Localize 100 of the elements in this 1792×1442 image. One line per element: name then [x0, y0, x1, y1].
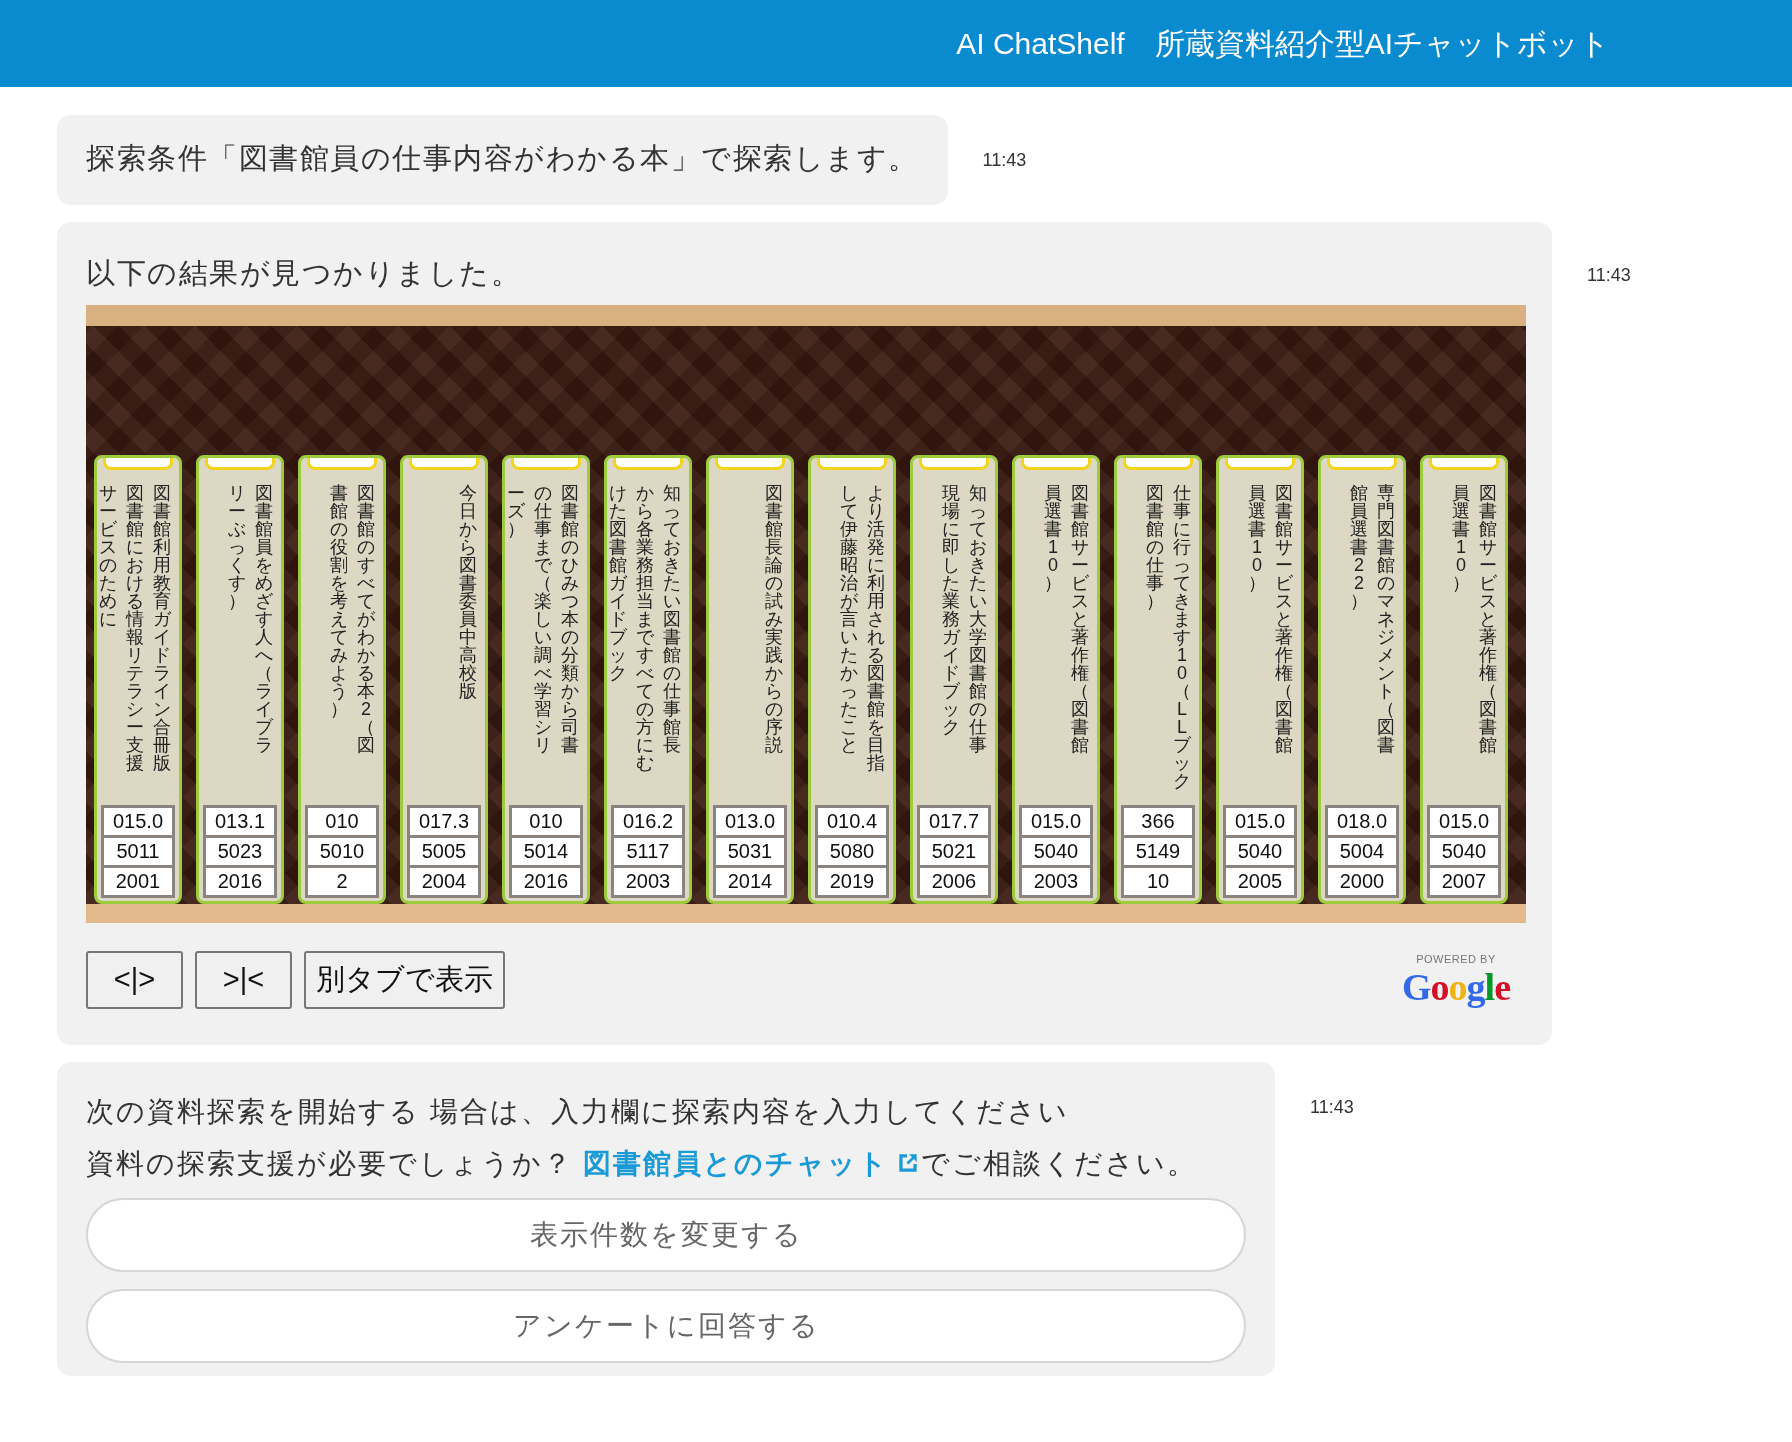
book-title: より活発に利用される図書館を目指 — [867, 484, 885, 775]
call-number: 2016 — [512, 865, 580, 895]
spine-cap — [103, 458, 173, 470]
call-number: 016.2 — [621, 809, 675, 834]
spine-cap — [613, 458, 683, 470]
call-number: 5040 — [1226, 835, 1294, 865]
book-title: 現場に即した業務ガイドブック — [942, 484, 960, 739]
message-time: 11:43 — [1310, 1096, 1354, 1119]
spine-cap — [307, 458, 377, 470]
app-title: AI ChatShelf 所蔵資料紹介型AIチャットボット — [956, 26, 1610, 62]
google-logo: Google — [1402, 967, 1510, 1006]
call-number: 2 — [308, 865, 376, 895]
spine-cap — [1225, 458, 1295, 470]
book-title: ーズ） — [507, 484, 525, 541]
call-number: 015.0 — [1233, 809, 1287, 834]
option-button[interactable]: アンケートに回答する — [86, 1289, 1246, 1363]
book-spine[interactable]: ーズ） の仕事まで（楽しい調べ学習シリ 図書館のひみつ本の分類から司書 010 5014 2016 — [502, 455, 590, 904]
book-spine[interactable]: 員選書10） 図書館サービスと著作権（図書館 015.0 5040 2007 — [1420, 455, 1508, 904]
book-title: 員選書10） — [1248, 484, 1266, 595]
call-number: 017.3 — [417, 809, 471, 834]
book-title: 図書館サービスと著作権（図書館 — [1275, 484, 1293, 757]
call-number: 2003 — [614, 865, 682, 895]
book-title: 図書館長論の試み実践からの序説 — [765, 484, 783, 757]
book-title: 図書館利用教育ガイドライン合冊版 — [153, 484, 171, 775]
book-title: リーぶっくす） — [228, 484, 246, 613]
message-time: 11:43 — [1587, 263, 1631, 287]
call-number: 2005 — [1226, 865, 1294, 895]
book-title: 図書館の仕事） — [1146, 484, 1164, 613]
help-message: 資料の探索支援が必要でしょうか？ 図書館員とのチャット でご相談ください。 — [86, 1147, 1198, 1181]
call-number: 015.0 — [1437, 809, 1491, 834]
book-title: 図書館のひみつ本の分類から司書 — [561, 484, 579, 757]
call-number: 2016 — [206, 865, 274, 895]
book-spine[interactable]: 現場に即した業務ガイドブック 知っておきたい大学図書館の仕事 017.7 5021 2006 — [910, 455, 998, 904]
call-number: 10 — [1124, 865, 1192, 895]
call-number: 2014 — [716, 865, 784, 895]
book-spine[interactable]: 図書館の仕事） 仕事に行ってきます10（LLブック 366 5149 10 — [1114, 455, 1202, 904]
book-spine[interactable]: 員選書10） 図書館サービスと著作権（図書館 015.0 5040 2003 — [1012, 455, 1100, 904]
book-spine[interactable]: 館員選書22） 専門図書館のマネジメント（図書 018.0 5004 2000 — [1318, 455, 1406, 904]
book-spine[interactable]: サービスのために 図書館における情報リテラシー支援 図書館利用教育ガイドライン合冊版 015.0 5011 2001 — [94, 455, 182, 904]
spine-cap — [817, 458, 887, 470]
call-number: 5023 — [206, 835, 274, 865]
call-number: 5080 — [818, 835, 886, 865]
expand-button[interactable]: <|> — [86, 951, 183, 1009]
book-spine[interactable]: して伊藤昭治が言いたかったこと より活発に利用される図書館を目指 010.4 5080 2019 — [808, 455, 896, 904]
call-number: 5021 — [920, 835, 988, 865]
book-title: けた図書館ガイドブック — [609, 484, 627, 685]
call-number: 017.7 — [927, 809, 981, 834]
book-title: 図書館サービスと著作権（図書館 — [1071, 484, 1089, 757]
spine-cap — [715, 458, 785, 470]
book-spine[interactable]: リーぶっくす） 図書館員をめざす人へ（ライブラ 013.1 5023 2016 — [196, 455, 284, 904]
book-spine[interactable]: 今日から図書委員中高校版 017.3 5005 2004 — [400, 455, 488, 904]
book-title: して伊藤昭治が言いたかったこと — [840, 484, 858, 757]
book-title: 専門図書館のマネジメント（図書 — [1377, 484, 1395, 757]
call-number: 5040 — [1022, 835, 1090, 865]
call-number: 2003 — [1022, 865, 1090, 895]
spine-cap — [1021, 458, 1091, 470]
book-title: 館員選書22） — [1350, 484, 1368, 613]
book-title: 書館の役割を考えてみよう） — [330, 484, 348, 721]
call-number: 5031 — [716, 835, 784, 865]
results-message: 以下の結果が見つかりました。 — [86, 255, 522, 291]
spine-cap — [205, 458, 275, 470]
message-time: 11:43 — [982, 149, 1027, 172]
call-number: 015.0 — [111, 809, 165, 834]
option-button[interactable]: 表示件数を変更する — [86, 1198, 1246, 1272]
book-title: 図書館サービスと著作権（図書館 — [1479, 484, 1497, 757]
spine-cap — [1327, 458, 1397, 470]
book-title: 知っておきたい大学図書館の仕事 — [969, 484, 987, 757]
book-title: 知っておきたい図書館の仕事館長 — [663, 484, 681, 757]
spine-cap — [409, 458, 479, 470]
collapse-button[interactable]: >|< — [195, 951, 292, 1009]
call-number: 013.0 — [723, 809, 777, 834]
call-number: 010 — [324, 809, 360, 834]
query-message: 探索条件「図書館員の仕事内容がわかる本」で探索します。 — [57, 115, 948, 205]
call-number: 5010 — [308, 835, 376, 865]
call-number: 018.0 — [1335, 809, 1389, 834]
book-spine[interactable]: 員選書10） 図書館サービスと著作権（図書館 015.0 5040 2005 — [1216, 455, 1304, 904]
call-number: 5117 — [614, 835, 682, 865]
call-number: 5004 — [1328, 835, 1396, 865]
call-number: 015.0 — [1029, 809, 1083, 834]
open-new-tab-button[interactable]: 別タブで表示 — [304, 951, 505, 1009]
call-number: 5149 — [1124, 835, 1192, 865]
call-number: 5011 — [104, 835, 172, 865]
call-number: 010 — [528, 809, 564, 834]
call-number: 2007 — [1430, 865, 1498, 895]
book-spine[interactable]: 書館の役割を考えてみよう） 図書館のすべてがわかる本2（図 010 5010 2 — [298, 455, 386, 904]
spine-cap — [1123, 458, 1193, 470]
book-title: から各業務担当まですべての方にむ — [636, 484, 654, 775]
spine-cap — [919, 458, 989, 470]
spine-cap — [511, 458, 581, 470]
book-title: 今日から図書委員中高校版 — [459, 484, 477, 703]
powered-by-caption: POWERED BY — [1416, 952, 1496, 967]
call-number: 2006 — [920, 865, 988, 895]
spine-cap — [1429, 458, 1499, 470]
book-title: 仕事に行ってきます10（LLブック — [1173, 484, 1191, 793]
book-title: サービスのために — [99, 484, 117, 631]
book-title: 図書館における情報リテラシー支援 — [126, 484, 144, 775]
book-title: 図書館のすべてがわかる本2（図 — [357, 484, 375, 757]
book-spine[interactable]: 図書館長論の試み実践からの序説 013.0 5031 2014 — [706, 455, 794, 904]
book-spine[interactable]: けた図書館ガイドブック から各業務担当まですべての方にむ 知っておきたい図書館の仕事館長 016.2 5117 2003 — [604, 455, 692, 904]
call-number: 5040 — [1430, 835, 1498, 865]
